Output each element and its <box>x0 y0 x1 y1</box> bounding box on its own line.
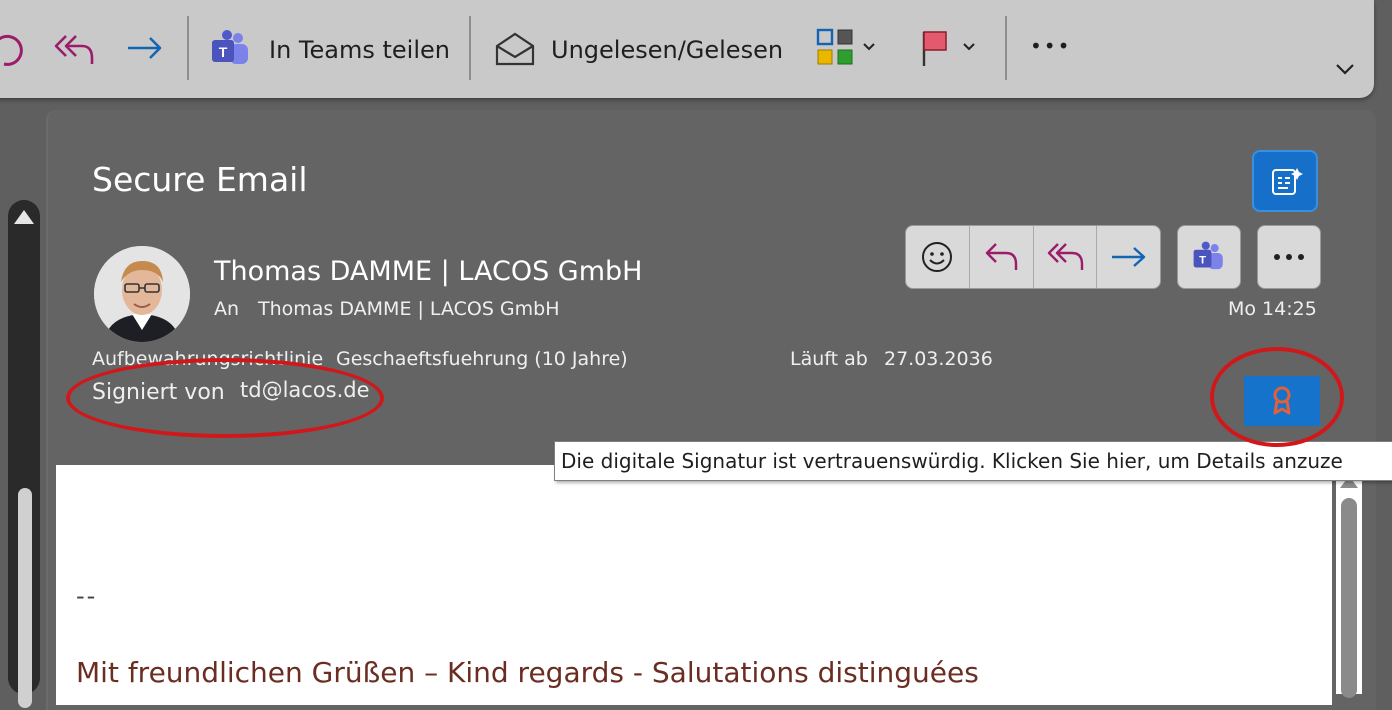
avatar-photo <box>94 246 190 342</box>
retention-policy-value: Geschaeftsfuehrung (10 Jahre) <box>336 348 628 370</box>
flag-icon[interactable] <box>920 28 982 68</box>
digital-signature-button[interactable] <box>1244 376 1320 426</box>
certificate-ribbon-icon <box>1273 386 1291 415</box>
teams-icon[interactable]: T <box>210 28 252 70</box>
summarize-button[interactable] <box>1252 150 1318 212</box>
smiley-icon <box>922 242 952 272</box>
reply-all-button[interactable] <box>1034 226 1098 288</box>
svg-text:T: T <box>1199 254 1206 266</box>
summary-sparkle-icon <box>1272 168 1303 195</box>
forward-icon[interactable] <box>124 30 166 70</box>
forward-button[interactable] <box>1097 226 1160 288</box>
message-time: Mo 14:25 <box>1228 298 1317 320</box>
svg-text:T: T <box>219 44 228 60</box>
message-subject: Secure Email <box>92 160 308 199</box>
closing-greeting: Mit freundlichen Grüßen – Kind regards -… <box>76 656 979 689</box>
more-commands-button[interactable]: ••• <box>1030 30 1071 62</box>
body-scrollbar-thumb[interactable] <box>1341 498 1357 698</box>
more-icon <box>1274 254 1304 260</box>
expires-label: Läuft ab <box>790 348 868 370</box>
reply-icon <box>985 243 1017 270</box>
signature-separator: -- <box>76 582 98 610</box>
toolbar-separator <box>187 16 189 80</box>
toolbar-separator <box>469 16 471 80</box>
sender-avatar[interactable] <box>94 246 190 342</box>
share-in-teams-button[interactable]: In Teams teilen <box>269 34 450 66</box>
scroll-up-arrow-icon[interactable] <box>14 210 34 224</box>
more-actions-button[interactable] <box>1257 225 1321 289</box>
to-label: An <box>214 298 240 320</box>
signature-tooltip: Die digitale Signatur ist vertrauenswürd… <box>554 441 1392 481</box>
reply-button[interactable] <box>970 226 1034 288</box>
reply-icon[interactable] <box>0 30 24 70</box>
expires-value: 27.03.2036 <box>884 348 993 370</box>
retention-policy-label: Aufbewahrungsrichtlinie <box>92 348 324 370</box>
reply-all-icon <box>1047 243 1083 270</box>
recipient-name[interactable]: Thomas DAMME | LACOS GmbH <box>258 298 560 320</box>
signed-by-value: td@lacos.de <box>240 378 370 402</box>
share-teams-button[interactable]: T <box>1177 225 1241 289</box>
chevron-down-icon[interactable] <box>1334 60 1356 78</box>
signed-by-label: Signiert von <box>92 380 225 405</box>
forward-icon <box>1112 247 1146 267</box>
message-actions-group <box>905 225 1161 289</box>
envelope-open-icon[interactable] <box>494 30 536 68</box>
react-button[interactable] <box>906 226 970 288</box>
reply-all-icon[interactable] <box>52 30 96 70</box>
toolbar-separator <box>1005 16 1007 80</box>
sender-name[interactable]: Thomas DAMME | LACOS GmbH <box>214 256 642 287</box>
categorize-icon[interactable] <box>816 28 880 68</box>
teams-icon: T <box>1193 241 1223 270</box>
left-scrollbar-thumb[interactable] <box>18 488 32 708</box>
unread-read-button[interactable]: Ungelesen/Gelesen <box>551 34 783 66</box>
